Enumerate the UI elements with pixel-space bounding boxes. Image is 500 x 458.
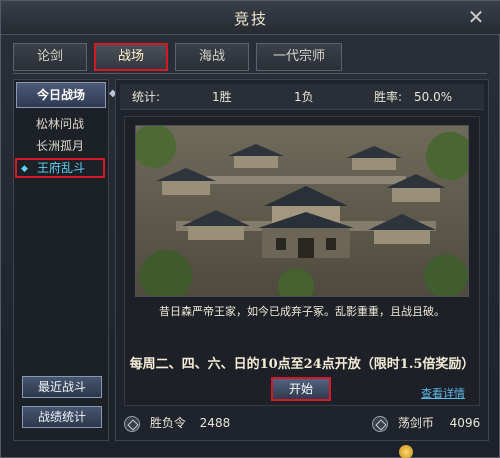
arena-window: 竞技 ✕ 论剑 战场 海战 一代宗师 今日战场 ◆ 松林问战 长洲孤月 ◆ 王府… bbox=[0, 0, 500, 458]
open-schedule: 每周二、四、六、日的10点至24点开放（限时1.5倍奖励） bbox=[129, 357, 475, 372]
tab-battlefield[interactable]: 战场 bbox=[94, 43, 168, 71]
sidebar-item-changzhou[interactable]: 长洲孤月 bbox=[18, 136, 104, 156]
battlefield-card: 昔日森严帝王家，如今已成弃子冢。乱影重重，且战且破。 每周二、四、六、日的10点… bbox=[124, 116, 480, 406]
wins-count: 1胜 bbox=[212, 90, 232, 104]
sidebar-item-songlin[interactable]: 松林问战 bbox=[18, 114, 104, 134]
window-title: 竞技 bbox=[233, 10, 268, 28]
tab-lunjian[interactable]: 论剑 bbox=[13, 43, 87, 71]
coin-balance: 荡剑币 4096 bbox=[372, 414, 480, 432]
stats-label: 统计: bbox=[132, 90, 161, 104]
token-balance: 胜负令 2488 bbox=[124, 414, 230, 432]
start-button[interactable]: 开始 bbox=[271, 377, 331, 401]
coin-name: 荡剑币 bbox=[397, 416, 434, 430]
win-rate-label: 胜率: bbox=[374, 90, 403, 104]
recent-battles-button[interactable]: 最近战斗 bbox=[22, 376, 102, 398]
coin-icon bbox=[372, 415, 388, 432]
stats-bar: 统计: 1胜 1负 胜率: 50.0% bbox=[120, 84, 484, 110]
title-bar: 竞技 ✕ bbox=[1, 1, 500, 35]
win-rate-value: 50.0% bbox=[414, 90, 453, 104]
tab-divider bbox=[13, 73, 487, 74]
view-details-link[interactable]: 查看详情 bbox=[421, 385, 465, 401]
close-icon[interactable]: ✕ bbox=[465, 6, 487, 28]
battle-stats-button[interactable]: 战绩统计 bbox=[22, 406, 102, 428]
sidebar-header: 今日战场 bbox=[16, 82, 106, 108]
tab-grandmaster[interactable]: 一代宗师 bbox=[256, 43, 342, 71]
main-panel: 统计: 1胜 1负 胜率: 50.0% 昔日森严帝王家，如今已成弃子冢。乱影重重… bbox=[115, 79, 489, 441]
token-value: 2488 bbox=[199, 416, 231, 430]
palace-scene-image bbox=[135, 125, 469, 297]
sidebar: 今日战场 ◆ 松林问战 长洲孤月 ◆ 王府乱斗 最近战斗 战绩统计 bbox=[13, 79, 117, 441]
sidebar-item-label: 长洲孤月 bbox=[36, 139, 85, 153]
sidebar-item-wangfu[interactable]: ◆ 王府乱斗 bbox=[15, 158, 105, 178]
losses-count: 1负 bbox=[294, 90, 314, 104]
token-icon bbox=[124, 415, 140, 432]
coin-value: 4096 bbox=[449, 416, 481, 430]
tab-naval[interactable]: 海战 bbox=[175, 43, 249, 71]
glow-icon bbox=[399, 445, 413, 458]
diamond-icon: ◆ bbox=[21, 164, 28, 174]
sidebar-item-label: 王府乱斗 bbox=[37, 161, 86, 175]
sidebar-item-label: 松林问战 bbox=[36, 117, 85, 131]
battlefield-description: 昔日森严帝王家，如今已成弃子冢。乱影重重，且战且破。 bbox=[159, 305, 445, 318]
token-name: 胜负令 bbox=[149, 416, 186, 430]
